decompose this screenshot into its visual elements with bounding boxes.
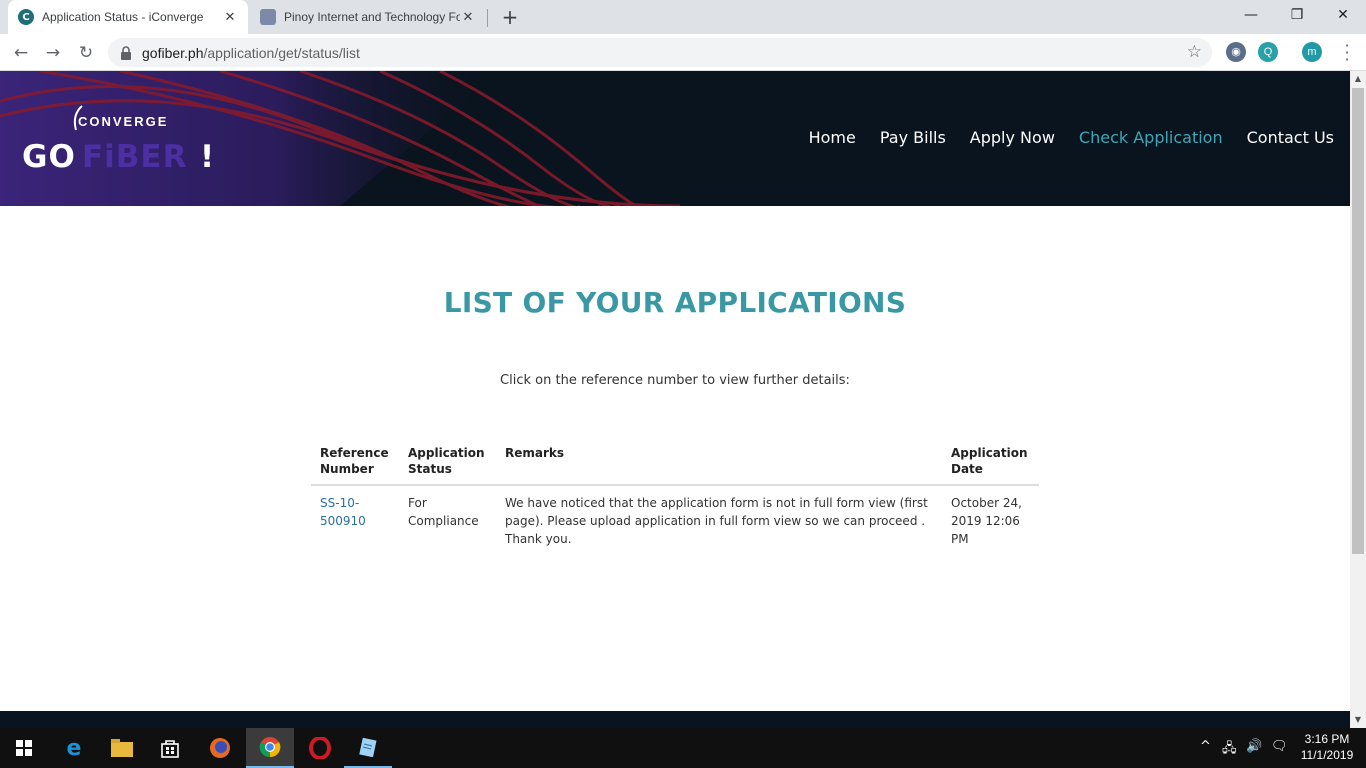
chrome-menu-icon[interactable]: · · · [1337, 38, 1357, 68]
taskbar-notepad[interactable] [344, 728, 392, 768]
volume-icon[interactable]: 🔊 [1246, 739, 1262, 754]
windows-start-button[interactable] [0, 728, 48, 768]
page-scrollbar[interactable]: ▲ ▼ [1350, 71, 1366, 728]
pinoy-favicon-icon [260, 9, 276, 25]
taskbar-edge[interactable]: e [50, 728, 98, 768]
site-header: CONVERGE GO FiBER ! Home Pay Bills Apply… [0, 71, 1350, 206]
scroll-up-icon[interactable]: ▲ [1350, 71, 1366, 87]
taskbar-clock[interactable]: 3:16 PM 11/1/2019 [1296, 731, 1358, 763]
nav-home[interactable]: Home [809, 128, 856, 147]
taskbar-file-explorer[interactable] [98, 728, 146, 768]
remarks-cell: We have noticed that the application for… [505, 496, 928, 546]
column-header-reference: Reference Number [311, 439, 399, 486]
close-window-button[interactable]: ✕ [1320, 0, 1366, 30]
page-title: LIST OF YOUR APPLICATIONS [443, 286, 907, 319]
nav-contact-us[interactable]: Contact Us [1247, 128, 1334, 147]
table-row: SS-10-500910 For Compliance We have noti… [311, 485, 1039, 556]
folder-icon [111, 739, 133, 757]
show-hidden-icons-chevron-icon[interactable]: ^ [1200, 739, 1211, 754]
tab-application-status[interactable]: C Application Status - iConverge ✕ [8, 0, 248, 34]
lock-icon [121, 45, 131, 60]
address-bar[interactable]: gofiber.ph/application/get/status/list ☆ [108, 38, 1212, 67]
opera-icon [309, 737, 331, 759]
reference-number-link[interactable]: SS-10-500910 [320, 496, 366, 528]
extension-search-icon[interactable]: Q [1258, 42, 1278, 62]
scrollbar-thumb[interactable] [1352, 88, 1364, 554]
status-cell: For Compliance [408, 496, 479, 528]
close-tab-icon[interactable]: ✕ [460, 10, 476, 25]
nav-apply-now[interactable]: Apply Now [970, 128, 1055, 147]
browser-toolbar: ← → ↻ gofiber.ph/application/get/status/… [0, 34, 1366, 71]
browser-tab-strip: C Application Status - iConverge ✕ Pinoy… [0, 0, 1366, 34]
clock-date: 11/1/2019 [1300, 748, 1354, 762]
applications-table: Reference Number Application Status Rema… [311, 439, 1039, 556]
close-tab-icon[interactable]: ✕ [222, 10, 238, 25]
store-bag-icon [161, 740, 179, 758]
taskbar-store[interactable] [146, 728, 194, 768]
column-header-date: Application Date [942, 439, 1039, 486]
notepad-icon [359, 737, 377, 757]
bookmark-star-icon[interactable]: ☆ [1187, 42, 1202, 62]
network-icon[interactable]: 🖧 [1222, 739, 1237, 761]
chrome-icon [259, 737, 281, 758]
tab-separator [487, 9, 488, 27]
tab-pinoy-internet[interactable]: Pinoy Internet and Technology Fo ✕ [250, 0, 486, 34]
taskbar-firefox[interactable] [196, 728, 244, 768]
scroll-down-icon[interactable]: ▼ [1350, 712, 1366, 728]
url-text: gofiber.ph/application/get/status/list [142, 44, 360, 61]
edge-icon: e [66, 735, 82, 761]
gofiber-logo-go: GO [22, 139, 76, 175]
restore-button[interactable]: ❐ [1274, 0, 1320, 30]
tab-title: Application Status - iConverge [42, 10, 204, 24]
windows-logo-icon [16, 740, 32, 756]
converge-favicon-icon: C [18, 9, 34, 25]
taskbar-chrome[interactable] [246, 728, 294, 768]
table-header-row: Reference Number Application Status Rema… [311, 439, 1039, 486]
reference-cell: SS-10-500910 [311, 485, 399, 556]
forward-arrow-icon[interactable]: → [40, 40, 66, 66]
taskbar-opera[interactable] [296, 728, 344, 768]
action-center-icon[interactable]: 🗨 [1271, 739, 1288, 754]
gofiber-logo-fiber: FiBER [82, 139, 188, 175]
date-cell: October 24, 2019 12:06 PM [951, 496, 1022, 546]
back-arrow-icon[interactable]: ← [8, 40, 34, 66]
instructions-text: Click on the reference number to view fu… [500, 373, 850, 388]
page-viewport: CONVERGE GO FiBER ! Home Pay Bills Apply… [0, 71, 1350, 728]
tab-title: Pinoy Internet and Technology Fo [284, 10, 460, 24]
column-header-status: Application Status [399, 439, 496, 486]
site-navigation: Home Pay Bills Apply Now Check Applicati… [785, 128, 1334, 147]
reload-icon[interactable]: ↻ [73, 40, 99, 66]
site-footer [0, 711, 1350, 728]
firefox-icon [210, 738, 230, 758]
windows-taskbar: e ^ 🖧 🔊 🗨 3:16 PM 11/1/2019 [0, 728, 1366, 768]
gofiber-logo-bang: ! [200, 139, 215, 175]
minimize-button[interactable]: — [1228, 0, 1274, 30]
extension-globe-icon[interactable]: ◉ [1226, 42, 1246, 62]
new-tab-button[interactable]: + [498, 5, 522, 29]
column-header-remarks: Remarks [496, 439, 942, 486]
profile-avatar[interactable]: m [1302, 42, 1322, 62]
nav-check-application[interactable]: Check Application [1079, 128, 1223, 147]
nav-pay-bills[interactable]: Pay Bills [880, 128, 946, 147]
clock-time: 3:16 PM [1304, 732, 1350, 746]
converge-logo-text: CONVERGE [78, 114, 169, 129]
